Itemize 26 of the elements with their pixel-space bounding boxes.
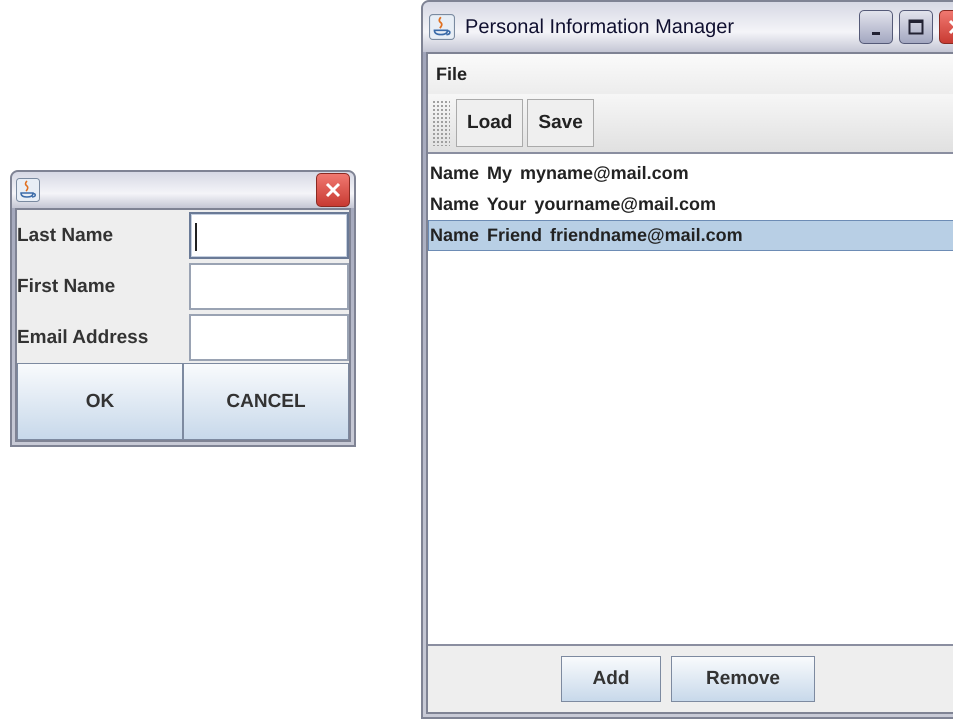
remove-button[interactable]: Remove [671,656,815,702]
list-item[interactable]: Name My myname@mail.com [428,158,953,189]
maximize-icon [906,17,926,37]
field-label: Email Address [17,326,150,350]
input-field[interactable] [189,314,349,361]
field-label: Last Name [17,224,114,248]
coffee-cup-icon [429,14,455,40]
minimize-button[interactable] [859,10,893,44]
ok-button[interactable]: OK [17,363,183,440]
toolbar-grip-icon[interactable] [432,100,450,146]
close-icon [323,180,343,200]
cancel-button[interactable]: CANCEL [183,363,349,440]
field-label: First Name [17,274,116,298]
close-button[interactable] [316,173,350,207]
window-title: Personal Information Manager [465,16,736,38]
maximize-button[interactable] [899,10,933,44]
list-item[interactable]: Name Friend friendname@mail.com [428,220,953,251]
coffee-cup-icon [16,178,40,202]
input-field[interactable] [189,212,349,259]
list-item[interactable]: Name Your yourname@mail.com [428,189,953,220]
minimize-icon [872,32,880,34]
input-field[interactable] [189,263,349,310]
save-button[interactable]: Save [527,99,594,147]
load-button[interactable]: Load [456,99,524,147]
menu-item[interactable]: File [436,64,468,84]
add-button[interactable]: Add [561,656,661,702]
